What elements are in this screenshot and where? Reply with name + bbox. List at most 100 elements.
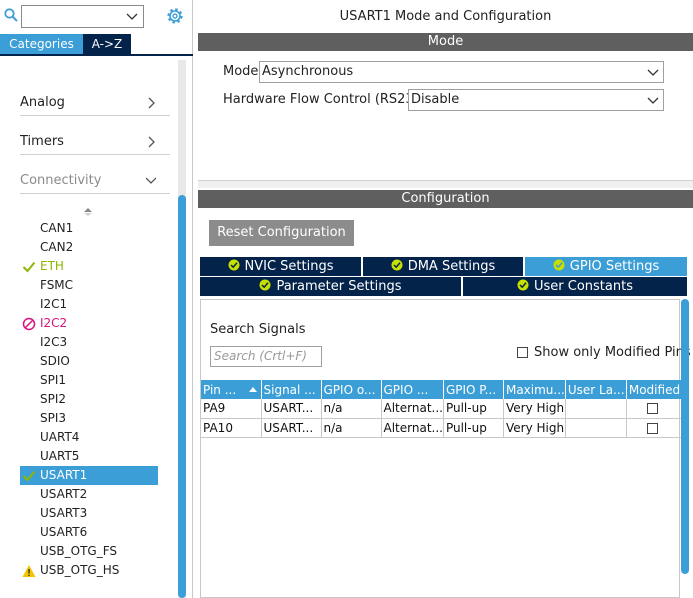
column-header-max-speed[interactable]: Maximu... bbox=[503, 380, 566, 399]
search-signals-input[interactable]: Search (Crtl+F) bbox=[210, 346, 322, 367]
peripheral-sdio[interactable]: SDIO bbox=[20, 352, 160, 371]
sidebar-tabs: Categories A->Z bbox=[0, 34, 193, 56]
sidebar: Categories A->Z Analog Timers Connectivi… bbox=[0, 0, 193, 598]
gpio-settings-panel bbox=[200, 299, 680, 598]
tab-parameter-settings[interactable]: Parameter Settings bbox=[200, 277, 461, 296]
cell-user-label bbox=[565, 418, 627, 438]
flow-control-value: Disable bbox=[411, 92, 460, 107]
checkmark-icon bbox=[22, 470, 36, 482]
peripheral-label: USB_OTG_FS bbox=[40, 544, 118, 558]
tab-categories[interactable]: Categories bbox=[0, 34, 83, 54]
category-timers[interactable]: Timers bbox=[20, 129, 170, 155]
peripheral-can1[interactable]: CAN1 bbox=[20, 219, 160, 238]
peripheral-i2c2[interactable]: I2C2 bbox=[20, 314, 160, 333]
category-label: Analog bbox=[20, 95, 65, 110]
peripheral-spi1[interactable]: SPI1 bbox=[20, 371, 160, 390]
peripheral-i2c3[interactable]: I2C3 bbox=[20, 333, 160, 352]
peripheral-usart6[interactable]: USART6 bbox=[20, 523, 160, 542]
cell-gpio-output: n/a bbox=[321, 399, 382, 419]
peripheral-label: FSMC bbox=[40, 278, 74, 292]
tab-gpio-settings[interactable]: GPIO Settings bbox=[525, 257, 687, 276]
peripheral-label: USART6 bbox=[40, 525, 88, 539]
modified-checkbox[interactable] bbox=[646, 403, 658, 414]
peripheral-label: ETH bbox=[40, 259, 64, 273]
check-circle-icon bbox=[553, 259, 565, 271]
peripheral-can2[interactable]: CAN2 bbox=[20, 238, 160, 257]
peripheral-label: SPI2 bbox=[40, 392, 67, 406]
category-connectivity[interactable]: Connectivity bbox=[20, 168, 170, 194]
tab-nvic-settings[interactable]: NVIC Settings bbox=[200, 257, 361, 276]
mode-select[interactable]: Asynchronous bbox=[259, 61, 664, 83]
blocked-icon bbox=[22, 317, 36, 331]
table-row[interactable]: PA9 USART... n/a Alternat... Pull-up Ver… bbox=[201, 399, 684, 419]
peripheral-label: SDIO bbox=[40, 354, 70, 368]
cell-gpio-mode: Alternat... bbox=[381, 399, 444, 419]
check-circle-icon bbox=[517, 279, 529, 291]
flow-control-select[interactable]: Disable bbox=[408, 89, 664, 111]
peripheral-fsmc[interactable]: FSMC bbox=[20, 276, 160, 295]
peripheral-label: CAN1 bbox=[40, 221, 74, 235]
search-signals-label: Search Signals bbox=[210, 322, 306, 337]
peripheral-spi3[interactable]: SPI3 bbox=[20, 409, 160, 428]
column-header-gpio-output[interactable]: GPIO o... bbox=[321, 380, 382, 399]
peripheral-eth[interactable]: ETH bbox=[20, 257, 160, 276]
modified-checkbox[interactable] bbox=[646, 422, 658, 434]
show-modified-checkbox[interactable] bbox=[517, 347, 528, 358]
config-panel: USART1 Mode and Configuration Mode Mode … bbox=[198, 0, 693, 598]
column-header-user-label[interactable]: User La... bbox=[565, 380, 627, 399]
peripheral-spi2[interactable]: SPI2 bbox=[20, 390, 160, 409]
reset-configuration-button[interactable]: Reset Configuration bbox=[209, 220, 354, 246]
peripheral-label: UART5 bbox=[40, 449, 80, 463]
sort-arrow-icon[interactable] bbox=[84, 205, 92, 217]
cell-gpio-output: n/a bbox=[321, 418, 382, 438]
column-header-gpio-pull[interactable]: GPIO P... bbox=[443, 380, 504, 399]
table-row[interactable]: PA10 USART... n/a Alternat... Pull-up Ve… bbox=[201, 418, 684, 438]
cell-gpio-mode: Alternat... bbox=[381, 418, 444, 438]
search-icon bbox=[4, 8, 18, 22]
panel-scrollbar[interactable] bbox=[681, 299, 689, 574]
tab-label: NVIC Settings bbox=[244, 259, 334, 274]
column-header-gpio-mode[interactable]: GPIO ... bbox=[381, 380, 444, 399]
peripheral-i2c1[interactable]: I2C1 bbox=[20, 295, 160, 314]
tab-label: Parameter Settings bbox=[276, 279, 402, 294]
column-header-modified[interactable]: Modified bbox=[626, 380, 684, 399]
peripheral-usb-otg-fs[interactable]: USB_OTG_FS bbox=[20, 542, 160, 561]
peripheral-label: I2C2 bbox=[40, 316, 68, 330]
cell-modified bbox=[626, 399, 684, 419]
tab-a-to-z[interactable]: A->Z bbox=[83, 34, 131, 54]
column-header-signal[interactable]: Signal ... bbox=[261, 380, 322, 399]
mode-select-value: Asynchronous bbox=[262, 64, 354, 79]
panel-scrollbar-thumb[interactable] bbox=[681, 299, 689, 574]
gear-icon[interactable] bbox=[165, 6, 185, 26]
mode-header: Mode bbox=[198, 33, 693, 51]
column-header-pin[interactable]: Pin ... bbox=[201, 380, 262, 399]
peripheral-label: USART3 bbox=[40, 506, 88, 520]
peripheral-usart1[interactable]: USART1 bbox=[20, 466, 158, 485]
check-circle-icon bbox=[391, 259, 403, 271]
chevron-down-icon bbox=[146, 177, 156, 184]
show-modified-label: Show only Modified Pins bbox=[534, 345, 691, 360]
chevron-down-icon bbox=[647, 69, 659, 76]
sidebar-scrollbar[interactable] bbox=[178, 60, 186, 598]
peripheral-search-combo[interactable] bbox=[21, 5, 144, 28]
cell-pin: PA9 bbox=[201, 399, 262, 419]
cell-max-speed: Very High bbox=[503, 418, 566, 438]
peripheral-uart5[interactable]: UART5 bbox=[20, 447, 160, 466]
chevron-right-icon bbox=[148, 97, 155, 109]
category-analog[interactable]: Analog bbox=[20, 90, 170, 116]
peripheral-usb-otg-hs[interactable]: USB_OTG_HS bbox=[20, 561, 160, 580]
peripheral-usart2[interactable]: USART2 bbox=[20, 485, 160, 504]
category-label: Connectivity bbox=[20, 173, 102, 188]
sidebar-scrollbar-thumb[interactable] bbox=[178, 195, 186, 598]
chevron-down-icon[interactable] bbox=[126, 10, 138, 22]
page-title: USART1 Mode and Configuration bbox=[339, 9, 552, 24]
peripheral-usart3[interactable]: USART3 bbox=[20, 504, 160, 523]
tab-user-constants[interactable]: User Constants bbox=[463, 277, 687, 296]
tab-dma-settings[interactable]: DMA Settings bbox=[363, 257, 523, 276]
peripheral-uart4[interactable]: UART4 bbox=[20, 428, 160, 447]
tab-label: User Constants bbox=[534, 279, 633, 294]
check-circle-icon bbox=[228, 259, 239, 271]
peripheral-label: UART4 bbox=[40, 430, 80, 444]
chevron-right-icon bbox=[148, 136, 155, 148]
checkmark-icon bbox=[22, 261, 36, 273]
